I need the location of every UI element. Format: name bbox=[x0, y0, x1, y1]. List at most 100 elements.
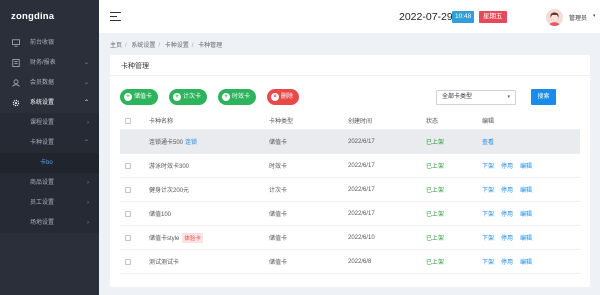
card-name: 测试测试卡 bbox=[149, 260, 180, 266]
sidebar-sub-card-type[interactable]: 卡种设置 ⌃ bbox=[0, 133, 99, 153]
breadcrumb-item[interactable]: 主页 bbox=[110, 43, 122, 49]
time-badge: 10:48 bbox=[452, 11, 475, 23]
row-actions: 下架 停用 编辑 bbox=[482, 250, 532, 273]
chevron-right-icon: › bbox=[87, 200, 89, 206]
row-checkbox-cell bbox=[125, 178, 131, 201]
row-actions: 下架 停用 编辑 bbox=[482, 178, 532, 201]
trial-tag: 体验卡 bbox=[182, 232, 203, 243]
table-row[interactable]: 健身计次200元 计次卡 2022/6/17 已上架 下架 停用 编辑 bbox=[120, 178, 580, 202]
table-row[interactable]: 连锁通卡500 连锁 储值卡 2022/6/17 已上架 查看 bbox=[120, 130, 580, 154]
edit-link[interactable]: 编辑 bbox=[520, 233, 532, 242]
add-stored-card-button[interactable]: + 储值卡 bbox=[120, 89, 159, 105]
plus-icon: + bbox=[173, 93, 181, 101]
sidebar-sub-staff[interactable]: 员工设置 › bbox=[0, 193, 99, 213]
unshelve-link[interactable]: 下架 bbox=[482, 257, 494, 266]
plus-icon: + bbox=[124, 93, 132, 101]
sidebar-sub-goods[interactable]: 商品设置 › bbox=[0, 173, 99, 193]
disable-link[interactable]: 停用 bbox=[501, 257, 513, 266]
search-button[interactable]: 搜索 bbox=[531, 89, 556, 105]
button-label: 删除 bbox=[281, 94, 294, 100]
row-checkbox[interactable] bbox=[125, 258, 131, 265]
disable-link[interactable]: 停用 bbox=[501, 161, 513, 170]
table-row[interactable]: 游泳时效卡300 时效卡 2022/6/17 已上架 下架 停用 编辑 bbox=[120, 154, 580, 178]
sidebar-item-finance[interactable]: 财务/报表 ⌄ bbox=[0, 53, 99, 73]
chevron-down-icon[interactable]: ▾ bbox=[593, 13, 596, 19]
chevron-right-icon: › bbox=[87, 120, 89, 126]
edit-link[interactable]: 编辑 bbox=[520, 161, 532, 170]
finance-icon bbox=[12, 59, 20, 67]
weekday-badge: 星期五 bbox=[479, 11, 507, 23]
sidebar-sub-venue[interactable]: 场地设置 › bbox=[0, 213, 99, 233]
breadcrumb-item[interactable]: 卡种设置 bbox=[165, 43, 189, 49]
unshelve-link[interactable]: 下架 bbox=[482, 185, 494, 194]
disable-link[interactable]: 停用 bbox=[501, 185, 513, 194]
card-type-select[interactable]: 全部卡类型 ▾ bbox=[436, 90, 516, 105]
disable-link[interactable]: 停用 bbox=[501, 209, 513, 218]
select-all-checkbox[interactable] bbox=[125, 117, 131, 124]
unshelve-link[interactable]: 下架 bbox=[482, 233, 494, 242]
row-name-cell: 储值卡style 体验卡 bbox=[149, 226, 203, 249]
chevron-down-icon: ⌄ bbox=[83, 80, 89, 86]
sidebar-sub-course[interactable]: 课程设置 › bbox=[0, 113, 99, 133]
sidebar-sub-label: 商品设置 bbox=[30, 180, 55, 186]
user-name[interactable]: 管理员 bbox=[569, 13, 587, 22]
delete-button[interactable]: × 删除 bbox=[267, 89, 300, 105]
table-header-row: 卡种名称 卡种类型 创建时间 状态 编辑 bbox=[120, 112, 580, 130]
sidebar-item-label: 系统设置 bbox=[30, 100, 55, 106]
table-row[interactable]: 储值100 储值卡 2022/6/17 已上架 下架 停用 编辑 bbox=[120, 202, 580, 226]
status-badge: 已上架 bbox=[426, 212, 445, 218]
row-checkbox[interactable] bbox=[125, 210, 131, 217]
select-value: 全部卡类型 bbox=[442, 94, 473, 100]
table-row[interactable]: 测试测试卡 储值卡 2022/6/8 已上架 下架 停用 编辑 bbox=[120, 250, 580, 274]
row-actions: 下架 停用 编辑 bbox=[482, 226, 532, 249]
created-date: 2022/6/17 bbox=[348, 138, 375, 145]
table-row[interactable]: 储值卡style 体验卡 储值卡 2022/6/10 已上架 下架 停用 编辑 bbox=[120, 226, 580, 250]
status-badge: 已上架 bbox=[426, 236, 445, 242]
status-badge: 已上架 bbox=[426, 260, 445, 266]
sidebar-item-label: 前台收银 bbox=[30, 40, 55, 46]
disable-link[interactable]: 停用 bbox=[501, 233, 513, 242]
sidebar-item-system-settings[interactable]: 系统设置 ⌃ bbox=[0, 93, 99, 113]
sidebar-item-cashier[interactable]: 前台收银 bbox=[0, 33, 99, 53]
unshelve-link[interactable]: 下架 bbox=[482, 161, 494, 170]
sidebar-sub-label: 场地设置 bbox=[30, 220, 55, 226]
card-type: 储值卡 bbox=[269, 140, 288, 146]
status-badge: 已上架 bbox=[426, 188, 445, 194]
view-link[interactable]: 查看 bbox=[482, 137, 494, 146]
sidebar-item-members[interactable]: 会员数据 ⌄ bbox=[0, 73, 99, 93]
row-actions: 下架 停用 编辑 bbox=[482, 202, 532, 225]
add-time-card-button[interactable]: + 时效卡 bbox=[218, 89, 257, 105]
button-label: 储值卡 bbox=[134, 94, 153, 100]
created-date: 2022/6/17 bbox=[348, 210, 375, 217]
row-checkbox[interactable] bbox=[125, 186, 131, 193]
chevron-up-icon: ⌃ bbox=[83, 140, 89, 146]
card-name: 储值100 bbox=[149, 212, 172, 218]
chevron-up-icon: ⌃ bbox=[83, 100, 89, 106]
edit-link[interactable]: 编辑 bbox=[520, 257, 532, 266]
top-header: 2022-07-29 10:48 星期五 管理员 ▾ bbox=[99, 0, 600, 33]
add-count-card-button[interactable]: + 计次卡 bbox=[169, 89, 208, 105]
card-type: 储值卡 bbox=[269, 236, 288, 242]
close-icon: × bbox=[271, 93, 279, 101]
date-display: 2022-07-29 bbox=[399, 11, 453, 23]
card-management-panel: 卡种管理 + 储值卡 + 计次卡 + 时效卡 × 删除 全部卡类型 ▾ 搜索 卡种名称 … bbox=[110, 55, 590, 287]
hamburger-menu-icon[interactable] bbox=[110, 12, 121, 21]
edit-link[interactable]: 编辑 bbox=[520, 209, 532, 218]
edit-link[interactable]: 编辑 bbox=[520, 185, 532, 194]
row-checkbox[interactable] bbox=[125, 162, 131, 169]
breadcrumb: 主页 / 系统设置 / 卡种设置 / 卡种管理 bbox=[110, 43, 223, 49]
created-date: 2022/6/17 bbox=[348, 162, 375, 169]
avatar[interactable] bbox=[546, 9, 563, 26]
page-title: 卡种管理 bbox=[121, 63, 149, 70]
breadcrumb-item[interactable]: 系统设置 bbox=[131, 43, 155, 49]
status-badge: 已上架 bbox=[426, 164, 445, 170]
row-checkbox[interactable] bbox=[125, 234, 131, 241]
sidebar-item-label: 财务/报表 bbox=[30, 60, 56, 66]
gear-icon bbox=[12, 99, 20, 107]
row-name-cell: 连锁通卡500 连锁 bbox=[149, 130, 197, 153]
monitor-icon bbox=[12, 39, 20, 47]
sidebar-sub-label: 课程设置 bbox=[30, 120, 55, 126]
sidebar-sub-card-active[interactable]: 卡bo bbox=[0, 153, 99, 173]
unshelve-link[interactable]: 下架 bbox=[482, 209, 494, 218]
card-type: 计次卡 bbox=[269, 188, 288, 194]
